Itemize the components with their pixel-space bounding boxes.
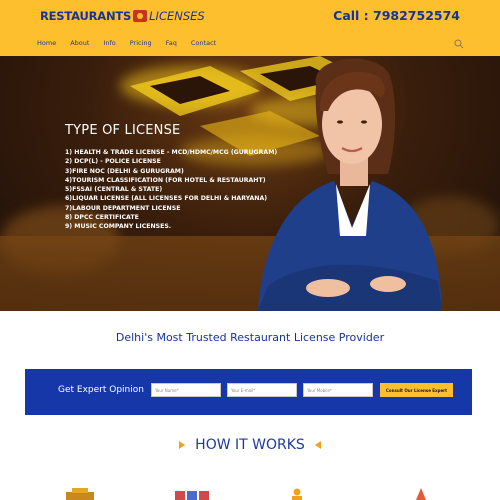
expert-opinion-form: Get Expert Opinion Consult Our License E… bbox=[25, 369, 472, 415]
arrow-right-icon bbox=[179, 441, 186, 449]
name-field[interactable] bbox=[151, 383, 221, 397]
email-field[interactable] bbox=[227, 383, 297, 397]
nav-info[interactable]: Info bbox=[96, 39, 122, 47]
consult-button[interactable]: Consult Our License Expert bbox=[380, 383, 453, 397]
nav-contact[interactable]: Contact bbox=[184, 39, 223, 47]
nav-pricing[interactable]: Pricing bbox=[123, 39, 159, 47]
search-icon[interactable] bbox=[454, 39, 464, 49]
step-person-icon bbox=[292, 488, 302, 500]
step-document-icon bbox=[175, 491, 209, 500]
how-it-works-title: HOW IT WORKS bbox=[195, 437, 305, 453]
form-title: Get Expert Opinion bbox=[58, 385, 144, 395]
main-nav: Home About Info Pricing Faq Contact bbox=[30, 39, 223, 47]
how-it-works-heading-row: HOW IT WORKS bbox=[0, 436, 500, 454]
nav-faq[interactable]: Faq bbox=[159, 39, 184, 47]
site-header: RESTAURANTS LICENSES Call : 7982752574 H… bbox=[0, 0, 500, 56]
mobile-field[interactable] bbox=[303, 383, 373, 397]
nav-about[interactable]: About bbox=[63, 39, 96, 47]
step-shop-icon bbox=[66, 488, 94, 500]
tagline: Delhi's Most Trusted Restaurant License … bbox=[115, 331, 385, 344]
logo-sub-text: LICENSES bbox=[149, 9, 205, 23]
hero-title: TYPE OF LICENSE bbox=[65, 123, 181, 138]
logo-plate-icon bbox=[133, 10, 148, 22]
arrow-left-icon bbox=[314, 441, 321, 449]
logo-main-text: RESTAURANTS bbox=[40, 9, 132, 23]
call-number[interactable]: Call : 7982752574 bbox=[333, 8, 460, 23]
site-logo[interactable]: RESTAURANTS LICENSES bbox=[40, 9, 205, 23]
nav-home[interactable]: Home bbox=[30, 39, 63, 47]
businesswoman-photo bbox=[258, 58, 442, 311]
hero-banner: TYPE OF LICENSE 1) HEALTH & TRADE LICENS… bbox=[0, 56, 500, 311]
step-rocket-icon bbox=[416, 488, 426, 500]
